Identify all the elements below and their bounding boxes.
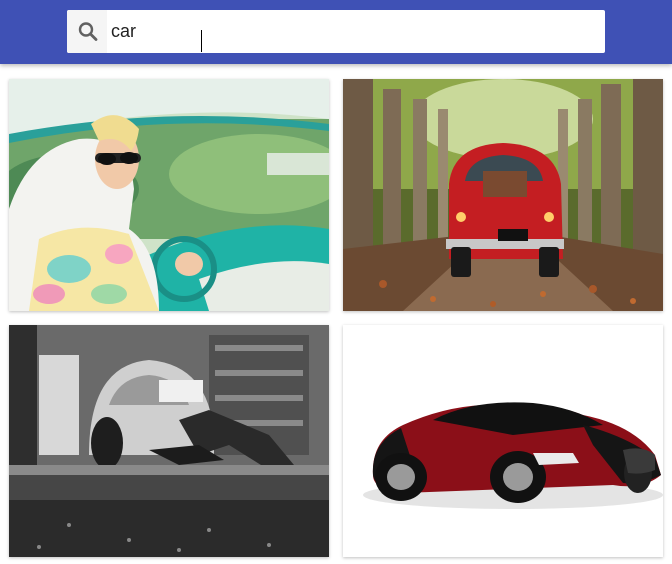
search-icon bbox=[78, 22, 98, 41]
search-button[interactable] bbox=[67, 10, 107, 53]
image-mechanic-under-beetle[interactable] bbox=[9, 325, 329, 557]
app-bar bbox=[0, 0, 672, 64]
result-image-3 bbox=[9, 325, 329, 557]
image-results-grid bbox=[0, 64, 672, 564]
result-image-1 bbox=[9, 79, 329, 311]
search-input[interactable] bbox=[107, 10, 601, 53]
search-bar[interactable] bbox=[67, 10, 605, 53]
text-cursor bbox=[201, 30, 202, 52]
result-image-4 bbox=[343, 325, 663, 557]
image-red-black-supercar[interactable] bbox=[343, 325, 663, 557]
image-woman-in-vintage-car[interactable] bbox=[9, 79, 329, 311]
image-red-fiat-on-forest-road[interactable] bbox=[343, 79, 663, 311]
result-image-2 bbox=[343, 79, 663, 311]
